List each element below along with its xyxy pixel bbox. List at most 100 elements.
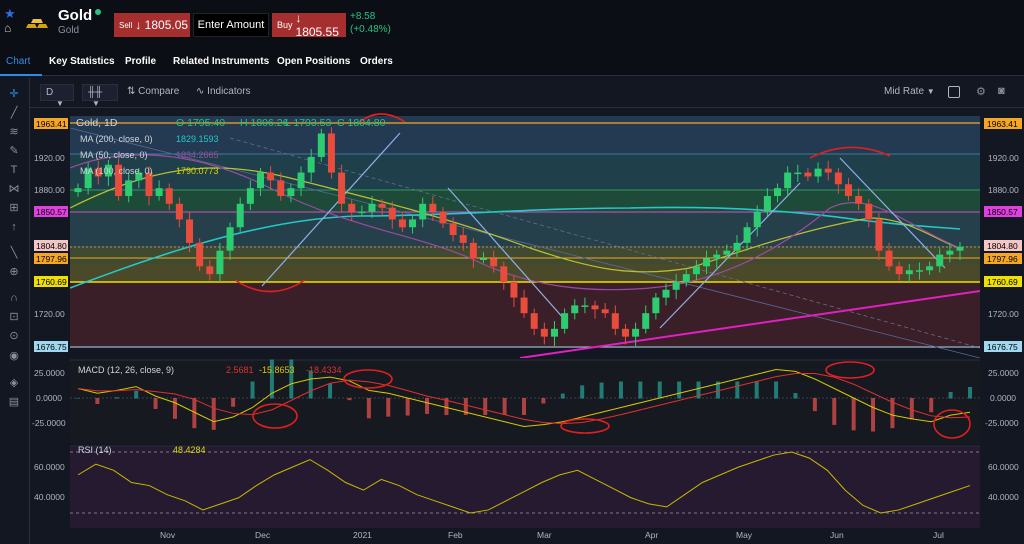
lock-icon[interactable]: ⊡	[6, 309, 22, 325]
tab-orders[interactable]: Orders	[360, 56, 393, 67]
price-chart[interactable]: Gold, 1D O 1795.40 H 1806.26 L 1793.53 C…	[30, 108, 1024, 544]
settings-lock-icon[interactable]: ⊙	[6, 328, 22, 344]
trash-icon[interactable]: ▤	[6, 394, 22, 410]
candle-body	[723, 250, 731, 255]
chart-toolbar: D ▼ ╫╫ ▼ ⇅ Compare ∿ Indicators Mid Rate…	[30, 78, 1024, 108]
time-tick: May	[736, 530, 753, 540]
tab-profile[interactable]: Profile	[125, 56, 156, 67]
macd-panel: MACD (12, 26, close, 9) 2.5681 -15.8653 …	[32, 359, 1019, 444]
compare-button[interactable]: ⇅ Compare	[127, 86, 179, 97]
macd-bar	[677, 381, 682, 399]
buy-price: ↓ 1805.55	[295, 11, 339, 39]
ma100-value: 1790.0773	[176, 166, 219, 176]
candle-body	[378, 203, 386, 208]
candle-body	[946, 250, 954, 255]
candle-body	[703, 258, 711, 267]
layers-icon[interactable]: ◈	[6, 375, 22, 391]
drawing-toolbar: ✛ ╱ ≋ ✎ T ⋈ ⊞ ↑ ╲ ⊕ ∩ ⊡ ⊙ ◉ ◈ ▤	[0, 78, 30, 544]
ruler-icon[interactable]: ╲	[6, 245, 22, 261]
price-marker-1676: 1676.75	[987, 342, 1018, 352]
macd-bar	[76, 398, 80, 399]
brush-icon[interactable]: ✎	[6, 143, 22, 159]
candle-body	[388, 207, 396, 220]
magnet-icon[interactable]: ∩	[6, 290, 22, 306]
left-marker-1850: 1850.57	[36, 207, 67, 217]
price-marker-1850: 1850.57	[987, 207, 1018, 217]
candle-body	[196, 242, 204, 267]
tab-related-instruments[interactable]: Related Instruments	[173, 56, 269, 67]
measure-icon[interactable]: ⊞	[6, 200, 22, 216]
candle-body	[540, 328, 548, 337]
macd-bar	[774, 381, 779, 399]
text-icon[interactable]: T	[6, 162, 22, 178]
candle-body	[926, 266, 934, 271]
chevron-down-icon: ▼	[926, 87, 935, 96]
macd-bar	[909, 398, 914, 420]
macd-value: -15.8653	[259, 365, 295, 375]
tab-open-positions[interactable]: Open Positions	[277, 56, 350, 67]
candle-body	[338, 172, 346, 204]
sell-label: Sell	[119, 20, 133, 30]
fib-zone-5	[70, 246, 980, 264]
macd-bar	[153, 398, 158, 409]
candle-body	[317, 133, 325, 157]
ma200-value: 1829.1593	[176, 134, 219, 144]
candle-body	[753, 211, 761, 228]
left-marker-1804: 1804.80	[36, 241, 67, 251]
candle-body	[632, 328, 640, 337]
price-tick-1880: 1880.00	[988, 185, 1019, 195]
candle-body	[327, 133, 335, 173]
candle-body	[804, 172, 812, 177]
macd-left-tick-0: 0.0000	[36, 393, 62, 403]
candle-body	[936, 254, 944, 267]
price-tick-1920: 1920.00	[988, 153, 1019, 163]
candle-body	[824, 168, 832, 173]
macd-bar	[599, 382, 604, 399]
macd-bar	[231, 398, 236, 407]
rsi-tick-60: 60.0000	[988, 462, 1019, 472]
macd-bar	[541, 398, 546, 404]
chevron-down-icon: ▼	[92, 99, 100, 108]
gear-icon[interactable]: ⚙	[976, 85, 986, 98]
tab-key-statistics[interactable]: Key Statistics	[49, 56, 115, 67]
macd-bar	[134, 390, 139, 399]
amount-input[interactable]: Enter Amount	[193, 13, 269, 37]
left-price-axis: 1963.41 1920.00 1880.00 1850.57 1804.80 …	[34, 118, 68, 352]
candle-body	[784, 172, 792, 189]
candle-body	[186, 219, 194, 243]
macd-bar	[948, 391, 953, 399]
ma100-label: MA (100, close, 0)	[80, 166, 153, 176]
favorite-star-icon[interactable]: ★	[4, 6, 16, 22]
tab-chart[interactable]: Chart	[6, 56, 30, 67]
fib-icon[interactable]: ≋	[6, 124, 22, 140]
sell-button[interactable]: Sell ↓ 1805.05	[114, 13, 190, 37]
candle-body	[358, 211, 366, 214]
macd-tick-0: 0.0000	[990, 393, 1016, 403]
pattern-icon[interactable]: ⋈	[6, 181, 22, 197]
candle-body	[125, 180, 133, 196]
candle-body	[409, 219, 417, 228]
trendline-icon[interactable]: ╱	[6, 105, 22, 121]
tag-icon[interactable]: ⌂	[4, 21, 11, 35]
candle-body	[875, 219, 883, 251]
indicators-button[interactable]: ∿ Indicators	[196, 86, 251, 97]
chart-type-select[interactable]: ╫╫ ▼	[82, 84, 118, 108]
candle-body	[662, 289, 670, 298]
zoom-in-icon[interactable]: ⊕	[6, 264, 22, 280]
left-marker-1797: 1797.96	[36, 254, 67, 264]
arrow-icon[interactable]: ↑	[6, 219, 22, 235]
camera-icon[interactable]: ◙	[998, 85, 1005, 97]
interval-select[interactable]: D ▼	[40, 84, 74, 108]
visibility-icon[interactable]: ◉	[6, 348, 22, 364]
price-type-select[interactable]: Mid Rate ▼	[884, 86, 935, 97]
macd-bar	[386, 398, 391, 417]
crosshair-icon[interactable]: ✛	[6, 86, 22, 102]
candle-body	[368, 203, 376, 212]
candle-body	[267, 172, 275, 181]
candle-body	[905, 270, 913, 275]
buy-button[interactable]: Buy ↓ 1805.55	[272, 11, 346, 39]
candle-body	[733, 242, 741, 251]
fullscreen-icon[interactable]	[948, 86, 960, 98]
macd-bar	[618, 381, 623, 399]
candle-body	[206, 266, 214, 275]
